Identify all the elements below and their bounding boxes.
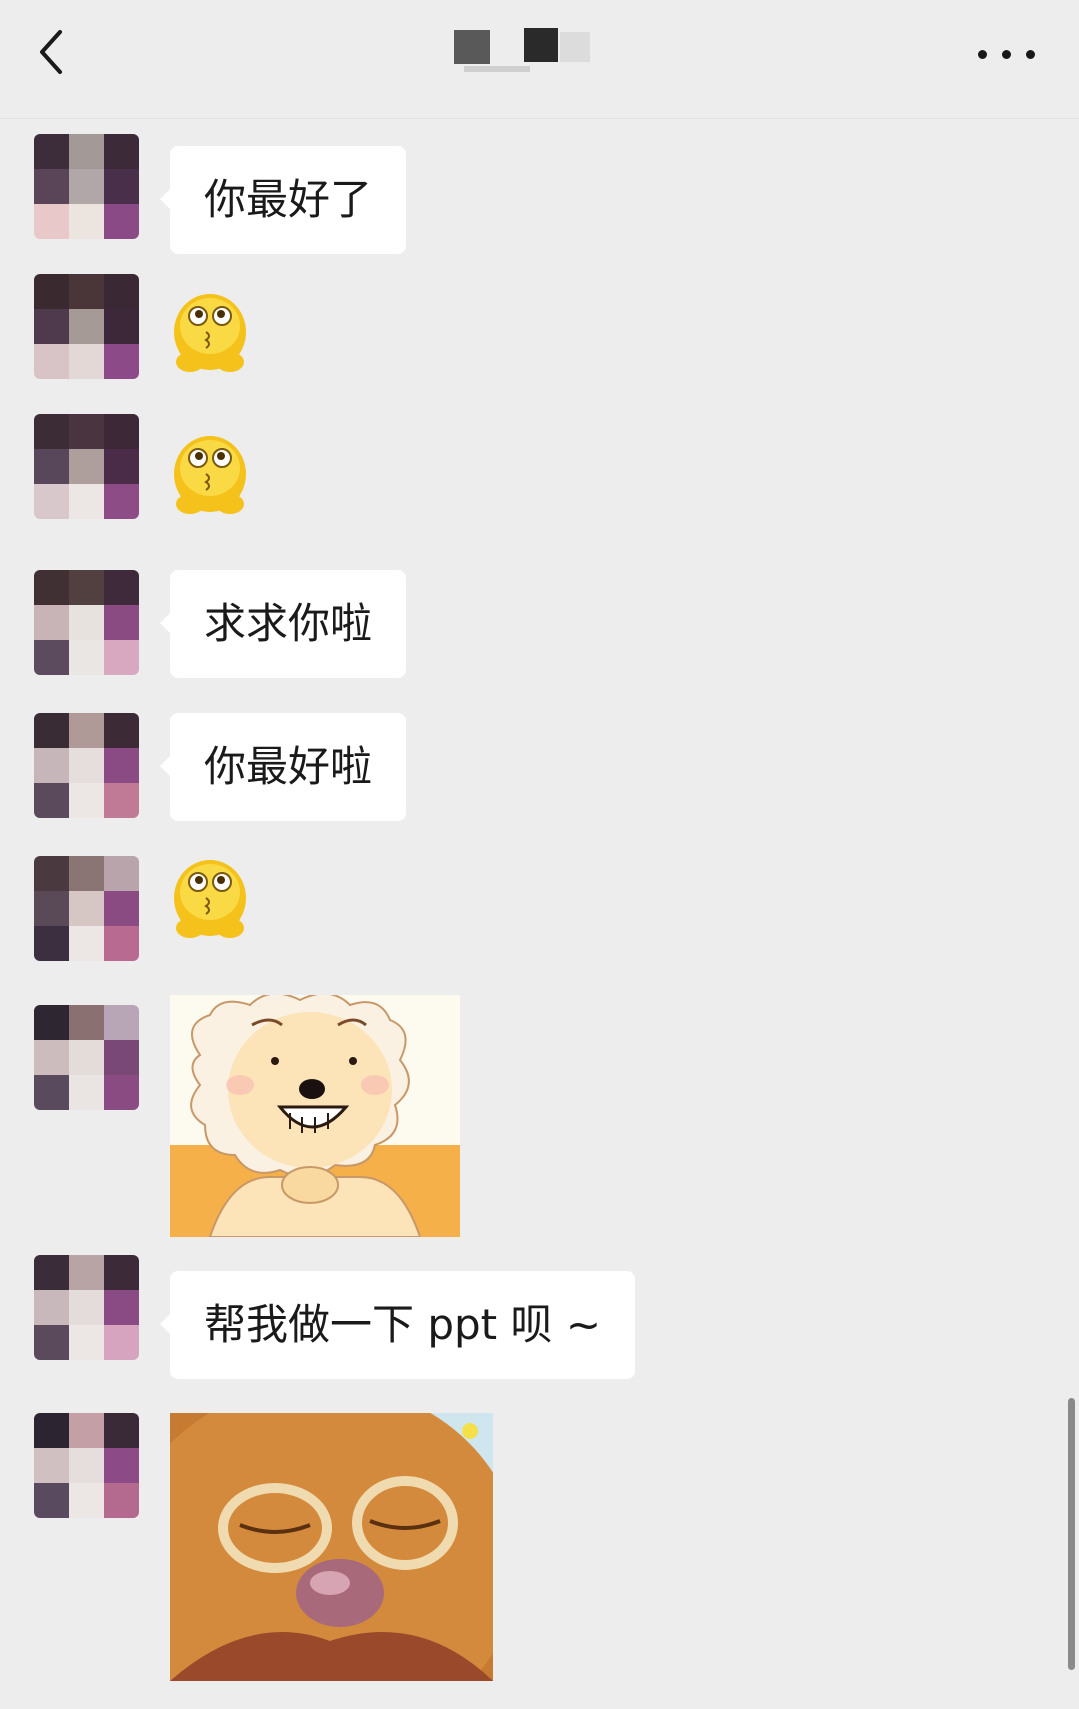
message-bubble[interactable]: 你最好啦 <box>159 713 407 821</box>
avatar[interactable] <box>34 1255 139 1360</box>
avatar[interactable] <box>34 1413 139 1518</box>
back-button[interactable] <box>28 20 88 84</box>
avatar[interactable] <box>34 713 139 818</box>
bear-closeup-sticker[interactable] <box>120 1383 520 1709</box>
avatar[interactable] <box>34 274 139 379</box>
more-dot <box>1002 50 1011 59</box>
scrollbar-thumb[interactable] <box>1068 1398 1075 1670</box>
chat-header <box>0 0 1079 119</box>
more-options-button[interactable] <box>970 30 1054 80</box>
pleading-hug-emoji[interactable] <box>170 434 250 520</box>
message-text: 帮我做一下 ppt 呗 ~ <box>204 1300 602 1349</box>
avatar[interactable] <box>34 134 139 239</box>
avatar[interactable] <box>34 414 139 519</box>
message-bubble[interactable]: 求求你啦 <box>159 570 407 678</box>
message-bubble[interactable]: 你最好了 <box>159 146 407 254</box>
more-dot <box>1026 50 1035 59</box>
message-text: 求求你啦 <box>204 599 373 648</box>
message-bubble[interactable]: 帮我做一下 ppt 呗 ~ <box>159 1271 636 1379</box>
avatar[interactable] <box>34 856 139 961</box>
avatar[interactable] <box>34 1005 139 1110</box>
more-horizontal-icon <box>978 50 987 59</box>
chat-title-redacted <box>452 28 602 72</box>
message-text: 你最好啦 <box>204 742 373 791</box>
avatar[interactable] <box>34 570 139 675</box>
chevron-left-icon <box>40 30 62 74</box>
pleading-hug-emoji[interactable] <box>170 292 250 378</box>
pleading-hug-emoji[interactable] <box>170 858 250 944</box>
happy-sheep-sticker[interactable] <box>170 992 460 1241</box>
message-text: 你最好了 <box>204 175 373 224</box>
